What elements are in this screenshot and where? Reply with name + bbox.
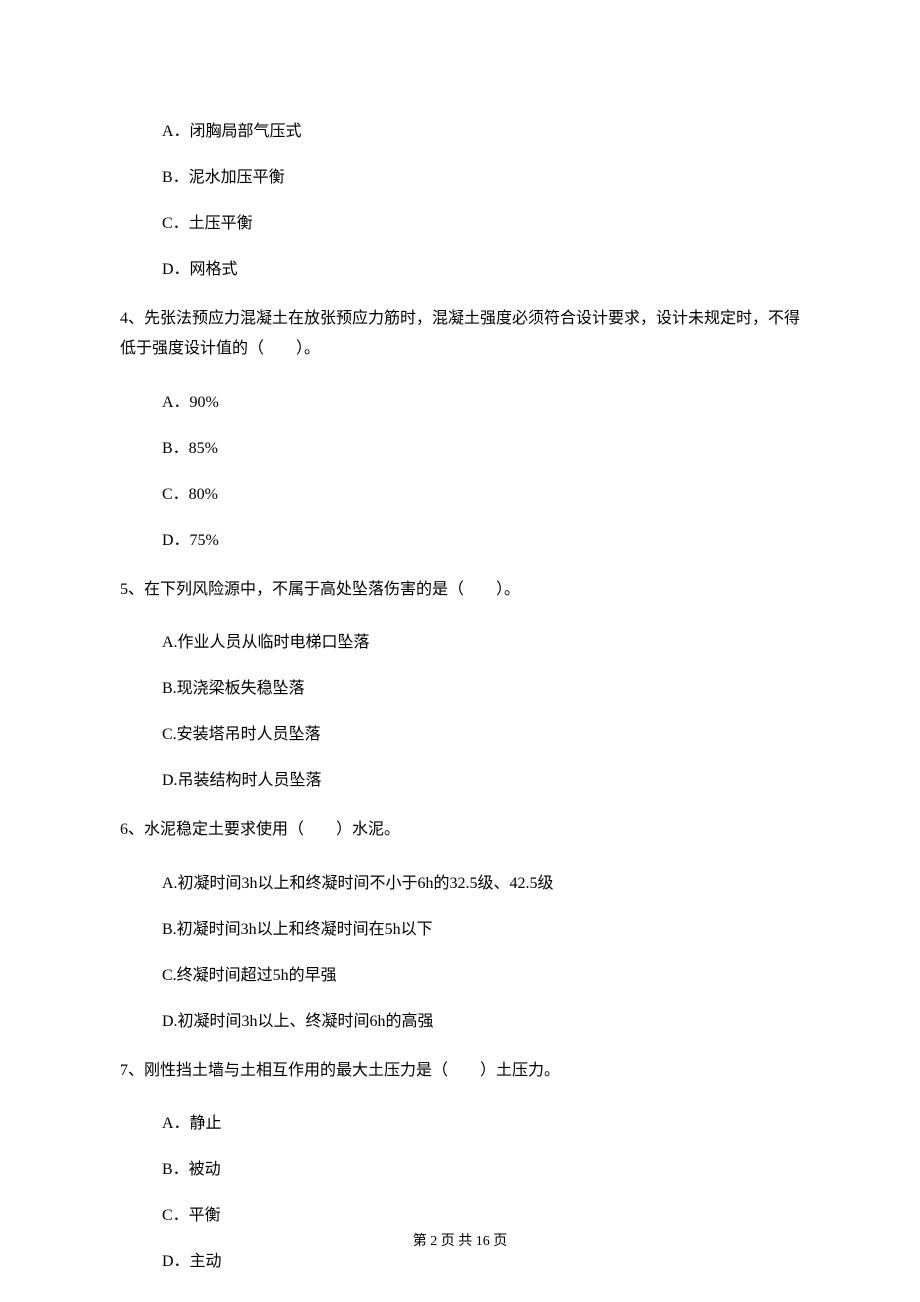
q4-option-c: C．80%: [162, 483, 800, 507]
q7-option-c: C．平衡: [162, 1204, 800, 1228]
q5-option-c: C.安装塔吊时人员坠落: [162, 723, 800, 747]
q7-option-b: B．被动: [162, 1158, 800, 1182]
q4-option-b: B．85%: [162, 437, 800, 461]
question-6-options: A.初凝时间3h以上和终凝时间不小于6h的32.5级、42.5级 B.初凝时间3…: [120, 872, 800, 1034]
question-7-text: 7、刚性挡土墙与土相互作用的最大土压力是（ ）土压力。: [120, 1056, 800, 1086]
question-4-text: 4、先张法预应力混凝土在放张预应力筋时，混凝土强度必须符合设计要求，设计未规定时…: [120, 304, 800, 365]
q5-option-d: D.吊装结构时人员坠落: [162, 769, 800, 793]
q3-option-c: C．土压平衡: [162, 212, 800, 236]
q5-option-a: A.作业人员从临时电梯口坠落: [162, 631, 800, 655]
q6-option-c: C.终凝时间超过5h的早强: [162, 964, 800, 988]
q3-option-a: A．闭胸局部气压式: [162, 120, 800, 144]
q4-option-d: D．75%: [162, 529, 800, 553]
q6-option-d: D.初凝时间3h以上、终凝时间6h的高强: [162, 1010, 800, 1034]
q5-option-b: B.现浇梁板失稳坠落: [162, 677, 800, 701]
question-5-options: A.作业人员从临时电梯口坠落 B.现浇梁板失稳坠落 C.安装塔吊时人员坠落 D.…: [120, 631, 800, 793]
q6-option-b: B.初凝时间3h以上和终凝时间在5h以下: [162, 918, 800, 942]
q7-option-a: A．静止: [162, 1112, 800, 1136]
q7-option-d: D．主动: [162, 1250, 800, 1274]
question-3-options: A．闭胸局部气压式 B．泥水加压平衡 C．土压平衡 D．网格式: [120, 120, 800, 282]
q4-option-a: A．90%: [162, 391, 800, 415]
question-5-text: 5、在下列风险源中，不属于高处坠落伤害的是（ ）。: [120, 575, 800, 605]
page-footer: 第 2 页 共 16 页: [0, 1231, 920, 1252]
q3-option-b: B．泥水加压平衡: [162, 166, 800, 190]
question-4-options: A．90% B．85% C．80% D．75%: [120, 391, 800, 553]
page: A．闭胸局部气压式 B．泥水加压平衡 C．土压平衡 D．网格式 4、先张法预应力…: [0, 0, 920, 1302]
q6-option-a: A.初凝时间3h以上和终凝时间不小于6h的32.5级、42.5级: [162, 872, 800, 896]
q3-option-d: D．网格式: [162, 258, 800, 282]
question-6-text: 6、水泥稳定土要求使用（ ）水泥。: [120, 815, 800, 845]
